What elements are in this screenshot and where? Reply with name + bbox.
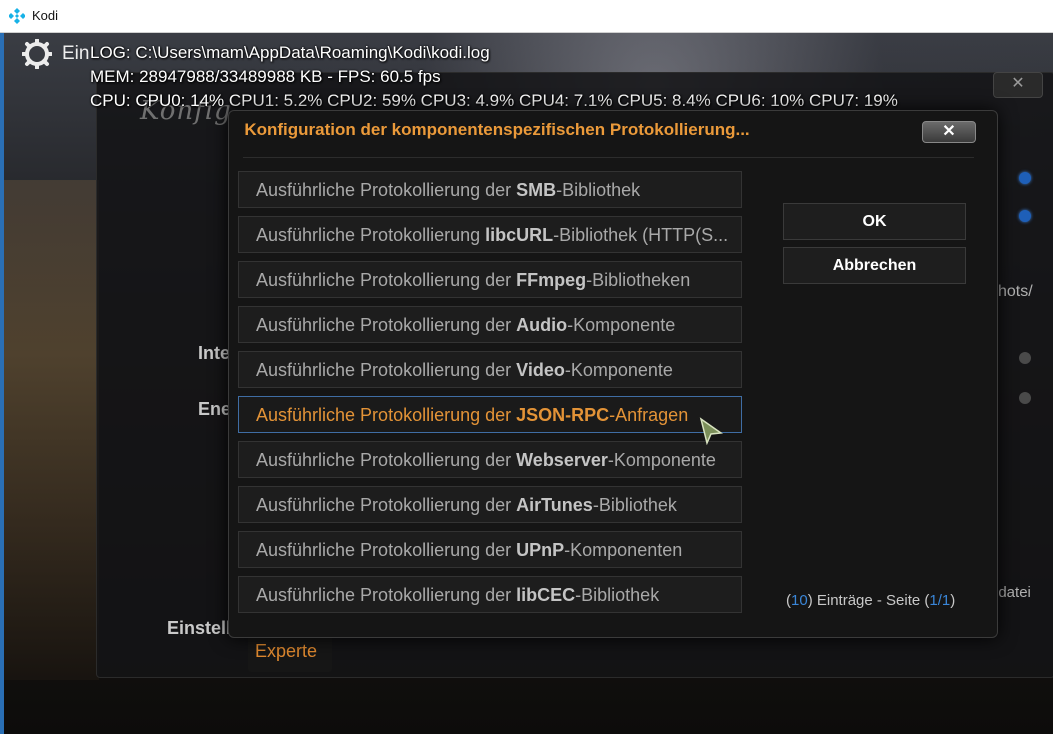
logging-option-text: Ausführliche Protokollierung xyxy=(256,225,486,245)
logging-option-component: libcURL xyxy=(485,225,554,245)
logging-option-component: Video xyxy=(516,360,565,380)
logging-option-component: JSON-RPC xyxy=(516,405,610,425)
logging-option-component: AirTunes xyxy=(516,495,593,515)
logging-option-item[interactable]: Ausführliche Protokollierung der Video-K… xyxy=(238,351,742,388)
logging-option-component: SMB xyxy=(516,180,557,200)
logging-option-text: -Komponente xyxy=(607,450,716,470)
logging-option-text: -Anfragen xyxy=(609,405,689,425)
logging-option-component: Webserver xyxy=(516,450,608,470)
debug-cpu-usage: CPU: CPU0: 14% CPU1: 5.2% CPU2: 59% CPU3… xyxy=(90,91,898,110)
logging-option-text: Ausführliche Protokollierung der xyxy=(256,360,517,380)
toggle-on-icon[interactable] xyxy=(1019,172,1031,184)
settings-level-value[interactable]: Experte xyxy=(255,641,317,662)
logging-option-component: FFmpeg xyxy=(516,270,587,290)
gear-icon xyxy=(22,39,52,69)
logging-option-text: -Komponenten xyxy=(564,540,683,560)
logging-option-text: -Bibliothek xyxy=(556,180,641,200)
logging-option-text: Ausführliche Protokollierung der xyxy=(256,405,517,425)
logging-option-item[interactable]: Ausführliche Protokollierung der JSON-RP… xyxy=(238,396,742,433)
logging-option-text: Ausführliche Protokollierung der xyxy=(256,315,517,335)
paging-paren: ) xyxy=(950,592,956,609)
mouse-pointer-icon xyxy=(699,417,723,445)
logging-option-text: Ausführliche Protokollierung der xyxy=(256,180,517,200)
logging-option-component: Audio xyxy=(516,315,568,335)
item-count: 10 xyxy=(791,592,808,609)
settings-row-label[interactable]: Inte xyxy=(198,343,230,364)
dialog-close-button[interactable]: ✕ xyxy=(922,121,976,143)
logging-option-item[interactable]: Ausführliche Protokollierung der UPnP-Ko… xyxy=(238,531,742,568)
page-number: 1/1 xyxy=(929,592,951,609)
logging-option-item[interactable]: Ausführliche Protokollierung der FFmpeg-… xyxy=(238,261,742,298)
logging-option-text: Ausführliche Protokollierung der xyxy=(256,540,517,560)
logging-option-text: -Komponente xyxy=(567,315,676,335)
dialog-title-divider xyxy=(243,157,974,158)
ok-button[interactable]: OK xyxy=(783,203,966,240)
logging-option-text: -Komponente xyxy=(564,360,673,380)
logging-option-item[interactable]: Ausführliche Protokollierung der libCEC-… xyxy=(238,576,742,613)
logging-option-text: Ausführliche Protokollierung der xyxy=(256,585,517,605)
background-scenery xyxy=(4,180,99,680)
debug-memory-fps: MEM: 28947988/33489988 KB - FPS: 60.5 fp… xyxy=(90,67,441,86)
toggle-on-icon[interactable] xyxy=(1019,210,1031,222)
cancel-button[interactable]: Abbrechen xyxy=(783,247,966,284)
settings-row-label[interactable]: Ene xyxy=(198,399,231,420)
logging-option-text: Ausführliche Protokollierung der xyxy=(256,495,517,515)
debug-log-path: LOG: C:\Users\mam\AppData\Roaming\Kodi\k… xyxy=(90,43,490,62)
logging-option-text: Ausführliche Protokollierung der xyxy=(256,270,517,290)
logging-option-component: libCEC xyxy=(516,585,576,605)
settings-value-fragment: hots/ xyxy=(998,283,1033,300)
logging-option-text: -Bibliotheken xyxy=(586,270,691,290)
logging-option-text: -Bibliothek xyxy=(575,585,660,605)
window-titlebar: Kodi xyxy=(0,0,1053,33)
logging-option-item[interactable]: Ausführliche Protokollierung der AirTune… xyxy=(238,486,742,523)
dialog-title: Konfiguration der komponentenspezifische… xyxy=(244,120,750,139)
logging-option-item[interactable]: Ausführliche Protokollierung der Webserv… xyxy=(238,441,742,478)
settings-panel-close-button[interactable]: ✕ xyxy=(993,72,1043,98)
toggle-off-icon[interactable] xyxy=(1019,352,1031,364)
window-title: Kodi xyxy=(32,8,59,23)
logging-option-component: UPnP xyxy=(516,540,565,560)
kodi-logo-icon xyxy=(9,8,25,24)
paging-info: (10) Einträge - Seite (1/1) xyxy=(786,592,955,609)
logging-option-text: Ausführliche Protokollierung der xyxy=(256,450,517,470)
logging-option-text: -Bibliothek (HTTP(S... xyxy=(553,225,729,245)
toggle-off-icon[interactable] xyxy=(1019,392,1031,404)
paging-text: ) Einträge - Seite ( xyxy=(807,592,930,609)
logging-option-item[interactable]: Ausführliche Protokollierung der SMB-Bib… xyxy=(238,171,742,208)
breadcrumb: Ein xyxy=(62,43,90,64)
logging-option-text: -Bibliothek xyxy=(592,495,677,515)
logging-option-item[interactable]: Ausführliche Protokollierung libcURL-Bib… xyxy=(238,216,742,253)
logging-option-item[interactable]: Ausführliche Protokollierung der Audio-K… xyxy=(238,306,742,343)
